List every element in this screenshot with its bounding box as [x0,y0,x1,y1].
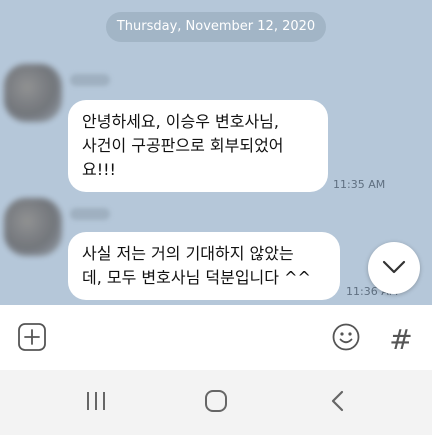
date-separator: Thursday, November 12, 2020 [106,12,326,42]
back-button[interactable] [320,388,356,418]
sender-name-blurred [70,74,110,86]
system-navigation-bar [0,370,432,435]
home-button[interactable] [198,388,234,418]
message-bubble[interactable]: 사실 저는 거의 기대하지 않았는 데, 모두 변호사님 덕분입니다 ^^ [68,232,340,300]
recents-button[interactable] [78,388,114,418]
smiley-icon [331,322,361,356]
message-bubble[interactable]: 안녕하세요, 이승우 변호사님, 사건이 구공판으로 회부되었어 요!!! [68,100,328,192]
chevron-down-icon [382,259,406,278]
sender-avatar[interactable] [4,64,62,122]
home-icon [203,388,229,418]
message-time: 11:35 AM [333,178,386,191]
add-attachment-button[interactable] [14,321,50,357]
plus-square-icon [17,322,47,356]
back-icon [329,389,347,417]
chat-area: Thursday, November 12, 2020 안녕하세요, 이승우 변… [0,0,432,305]
message-input-bar: # [0,305,432,370]
sender-name-blurred [70,208,110,220]
sender-avatar[interactable] [4,198,62,256]
recents-icon [83,390,109,416]
emoji-button[interactable] [328,321,364,357]
hashtag-button[interactable]: # [383,321,419,357]
scroll-to-bottom-button[interactable] [368,242,420,294]
hashtag-icon: # [389,322,413,356]
